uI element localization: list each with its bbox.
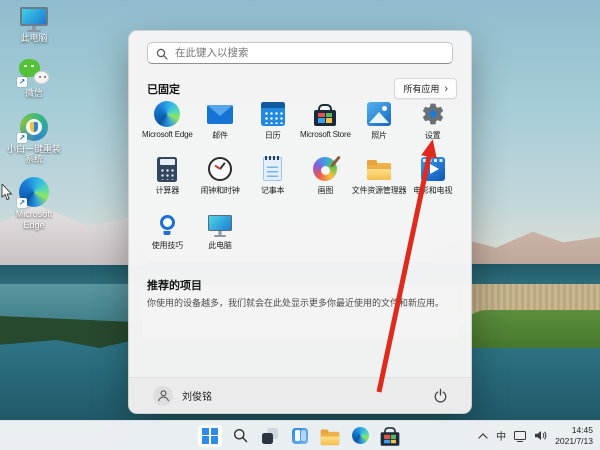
app-alarms-clock[interactable]: 闹钟和时钟 bbox=[194, 156, 247, 204]
task-view-icon bbox=[262, 428, 278, 444]
folder-icon bbox=[321, 431, 340, 444]
widgets-button[interactable] bbox=[287, 424, 313, 448]
desktop-icon-column: 此电脑 微信 小白一键重装系统 Microsoft Edge bbox=[6, 2, 62, 230]
app-settings[interactable]: 设置 bbox=[406, 101, 459, 149]
this-pc-icon bbox=[19, 2, 49, 30]
mail-icon bbox=[207, 101, 233, 127]
user-avatar-icon bbox=[153, 386, 173, 406]
search-input[interactable] bbox=[147, 42, 453, 64]
desktop-icon-label: 微信 bbox=[25, 88, 43, 98]
shortcut-arrow-icon bbox=[17, 198, 27, 208]
edge-icon bbox=[19, 178, 49, 206]
chevron-right-icon: › bbox=[444, 85, 448, 93]
all-apps-button[interactable]: 所有应用 › bbox=[394, 78, 457, 99]
task-view-button[interactable] bbox=[257, 424, 283, 448]
desktop-icon-xiaobai[interactable]: 小白一键重装系统 bbox=[6, 113, 62, 165]
pinned-section-header: 已固定 所有应用 › bbox=[147, 78, 457, 99]
calendar-icon bbox=[260, 101, 286, 127]
edge-icon bbox=[154, 101, 180, 127]
taskbar: 中 14:45 2021/7/13 bbox=[0, 420, 600, 450]
system-tray: 中 14:45 2021/7/13 bbox=[478, 421, 595, 450]
volume-icon[interactable] bbox=[534, 430, 547, 441]
tray-chevron-up-icon[interactable] bbox=[478, 433, 488, 439]
app-this-pc[interactable]: 此电脑 bbox=[194, 211, 247, 259]
app-file-explorer[interactable]: 文件资源管理器 bbox=[352, 156, 407, 204]
recommended-empty-text: 你使用的设备越多，我们就会在此处显示更多你最近使用的文件和新应用。 bbox=[147, 297, 451, 310]
app-calculator[interactable]: 计算器 bbox=[141, 156, 194, 204]
store-icon bbox=[381, 432, 400, 446]
pinned-app-grid: Microsoft Edge 邮件 日历 Microsoft Store 照片 … bbox=[141, 101, 459, 259]
wallpaper-grass bbox=[458, 310, 600, 348]
start-button[interactable] bbox=[197, 424, 223, 448]
ime-indicator[interactable]: 中 bbox=[496, 428, 506, 443]
user-name: 刘俊铭 bbox=[182, 388, 212, 403]
movies-tv-icon bbox=[420, 156, 446, 182]
app-microsoft-store[interactable]: Microsoft Store bbox=[299, 101, 352, 149]
store-icon bbox=[312, 101, 338, 127]
all-apps-label: 所有应用 bbox=[403, 82, 439, 95]
edge-button[interactable] bbox=[347, 424, 373, 448]
taskbar-center-icons bbox=[197, 421, 403, 450]
file-explorer-button[interactable] bbox=[317, 424, 343, 448]
xiaobai-icon bbox=[19, 113, 49, 141]
app-mail[interactable]: 邮件 bbox=[194, 101, 247, 149]
windows-logo-icon bbox=[202, 428, 218, 444]
recommended-label: 推荐的项目 bbox=[147, 277, 202, 293]
start-search bbox=[147, 42, 453, 64]
app-paint[interactable]: 画图 bbox=[299, 156, 352, 204]
edge-icon bbox=[352, 427, 369, 444]
paint-palette-icon bbox=[312, 156, 338, 182]
app-notepad[interactable]: 记事本 bbox=[246, 156, 299, 204]
notepad-icon bbox=[260, 156, 286, 182]
desktop-icon-label: 小白一键重装系统 bbox=[6, 144, 62, 165]
monitor-icon bbox=[207, 211, 233, 237]
search-icon bbox=[156, 47, 168, 65]
desktop-icon-label: 此电脑 bbox=[20, 33, 47, 43]
app-microsoft-edge[interactable]: Microsoft Edge bbox=[141, 101, 194, 149]
start-menu: 已固定 所有应用 › Microsoft Edge 邮件 日历 Microsof… bbox=[128, 30, 472, 414]
app-movies-tv[interactable]: 电影和电视 bbox=[406, 156, 459, 204]
calculator-icon bbox=[154, 156, 180, 182]
widgets-icon bbox=[292, 428, 308, 444]
photos-icon bbox=[366, 101, 392, 127]
shortcut-arrow-icon bbox=[17, 77, 27, 87]
store-button[interactable] bbox=[377, 424, 403, 448]
clock-time: 14:45 bbox=[555, 425, 593, 436]
desktop-icon-wechat[interactable]: 微信 bbox=[6, 57, 62, 98]
app-calendar[interactable]: 日历 bbox=[246, 101, 299, 149]
power-button[interactable] bbox=[427, 383, 453, 409]
pinned-label: 已固定 bbox=[147, 81, 180, 97]
settings-gear-icon bbox=[420, 101, 446, 127]
lightbulb-icon bbox=[154, 211, 180, 237]
desktop-icon-label: Microsoft Edge bbox=[6, 209, 62, 230]
search-icon bbox=[233, 428, 248, 443]
wechat-icon bbox=[19, 57, 49, 85]
clock-date: 2021/7/13 bbox=[555, 436, 593, 447]
shortcut-arrow-icon bbox=[17, 133, 27, 143]
desktop-icon-this-pc[interactable]: 此电脑 bbox=[6, 2, 62, 43]
user-profile-button[interactable]: 刘俊铭 bbox=[147, 383, 218, 409]
app-photos[interactable]: 照片 bbox=[352, 101, 407, 149]
desktop-icon-edge[interactable]: Microsoft Edge bbox=[6, 178, 62, 230]
start-menu-footer: 刘俊铭 bbox=[129, 377, 471, 413]
network-icon[interactable] bbox=[514, 431, 526, 440]
folder-icon bbox=[366, 156, 392, 182]
taskbar-clock[interactable]: 14:45 2021/7/13 bbox=[555, 425, 595, 446]
clock-icon bbox=[207, 156, 233, 182]
app-tips[interactable]: 使用技巧 bbox=[141, 211, 194, 259]
taskbar-search-button[interactable] bbox=[227, 424, 253, 448]
